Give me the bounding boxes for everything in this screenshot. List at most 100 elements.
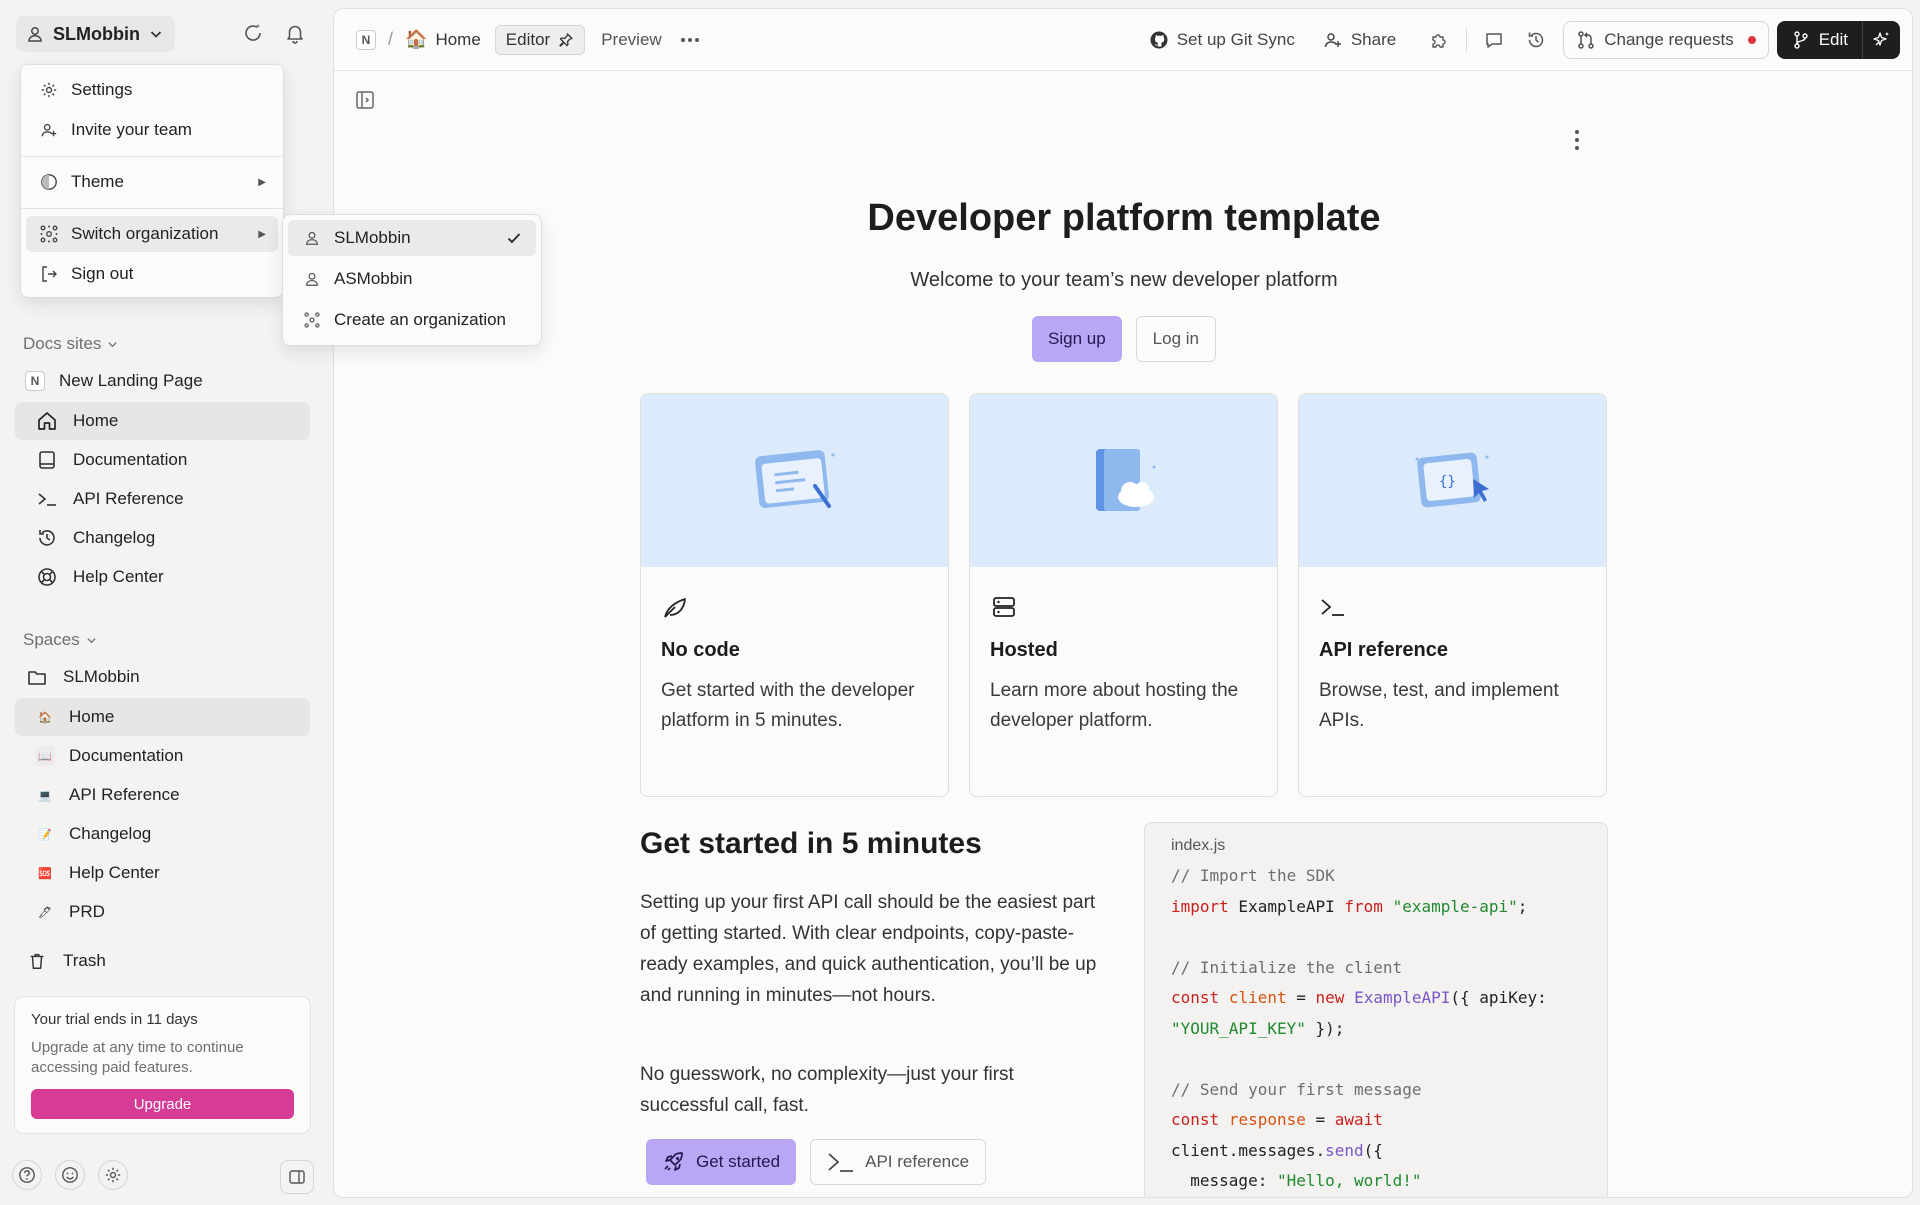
card-title: No code [661,639,740,661]
breadcrumb-home[interactable]: 🏠 Home [405,29,481,50]
collapse-sidebar-icon[interactable] [280,1160,314,1194]
site-item-changelog[interactable]: Changelog [15,519,310,557]
check-icon [504,228,524,248]
ai-sparkle-icon[interactable] [1862,20,1900,59]
api-reference-label: API reference [865,1152,970,1171]
space-item-label: Documentation [69,746,184,765]
code-content: // Import the SDK import ExampleAPI from … [1171,861,1581,1197]
menu-item-sign-out[interactable]: Sign out [26,256,278,292]
user-icon [302,269,322,289]
bell-icon[interactable] [280,18,310,48]
log-in-button[interactable]: Log in [1135,316,1216,362]
card-api-reference[interactable]: {} API reference Browse, test, and imple… [1298,393,1607,797]
org-option-slmobbin[interactable]: SLMobbin [288,220,536,256]
site-logo-icon[interactable]: N [356,29,376,50]
site-item-home[interactable]: Home [15,402,310,440]
space-item-label: Home [69,707,115,726]
puzzle-icon[interactable] [1424,25,1454,55]
card-text: Learn more about hosting the developer p… [990,680,1239,731]
spaces-label[interactable]: Spaces [23,630,97,650]
card-illustration [641,394,948,567]
topbar: N / 🏠 Home Editor Preview Set up Git Syn… [334,9,1912,71]
org-name: SLMobbin [53,23,140,44]
menu-item-settings[interactable]: Settings [26,72,278,108]
edit-button[interactable]: Edit [1777,21,1862,59]
folder-icon [25,665,49,689]
caret-right-icon: ▶ [258,176,266,188]
docs-sites-label-text: Docs sites [23,334,102,353]
trash-item[interactable]: Trash [15,942,310,980]
share-button[interactable]: Share [1323,30,1396,50]
site-item-label: API Reference [73,489,184,508]
spaces-label-text: Spaces [23,630,80,649]
space-item-changelog[interactable]: 📝 Changelog [15,815,310,853]
git-branch-icon [1791,30,1811,50]
refresh-sparkle-icon[interactable] [238,18,268,48]
code-line: // Send your first message [1171,1079,1422,1099]
upgrade-button[interactable]: Upgrade [31,1089,294,1119]
create-organization-item[interactable]: Create an organization [288,302,536,338]
smiley-icon[interactable] [55,1160,85,1190]
site-item-documentation[interactable]: Documentation [15,441,310,479]
site-item-api-reference[interactable]: API Reference [15,480,310,518]
org-switcher-button[interactable]: SLMobbin [16,16,175,52]
card-no-code[interactable]: No code Get started with the developer p… [640,393,949,797]
editor-window-illustration-icon [754,449,834,508]
menu-item-switch-organization[interactable]: Switch organization ▶ [26,216,278,252]
trash-icon [25,949,49,973]
menu-item-label: Settings [71,80,133,99]
history-icon[interactable] [1521,25,1551,55]
space-item-api-reference[interactable]: 💻 API Reference [15,776,310,814]
edit-button-group: Edit [1776,20,1900,59]
menu-item-label: Theme [71,172,124,191]
space-item-home[interactable]: 🏠 Home [15,698,310,736]
docs-sites-label[interactable]: Docs sites [23,334,118,354]
code-line: "YOUR_API_KEY" }); [1171,1018,1345,1038]
tab-preview[interactable]: Preview [601,30,661,50]
section-paragraph: Setting up your first API call should be… [640,892,1097,1006]
toggle-outline-icon[interactable] [354,89,376,111]
site-item-label: Changelog [73,528,156,547]
org-option-label: Create an organization [334,310,507,329]
org-option-asmobbin[interactable]: ASMobbin [288,261,536,297]
change-requests-button[interactable]: Change requests [1563,20,1769,59]
more-vertical-icon[interactable] [1574,129,1580,151]
get-started-button[interactable]: Get started [646,1139,797,1185]
code-line: // Import the SDK [1171,866,1335,885]
comment-icon[interactable] [1479,25,1509,55]
book-icon [35,448,59,472]
sign-up-button[interactable]: Sign up [1032,316,1122,362]
more-horizontal-icon[interactable] [680,37,700,43]
menu-item-invite[interactable]: Invite your team [26,112,278,148]
sign-out-icon [39,264,59,284]
git-sync-button[interactable]: Set up Git Sync [1149,30,1295,50]
org-option-label: ASMobbin [334,269,413,288]
space-item-prd[interactable]: 🖊 PRD [15,893,310,931]
pin-icon [558,32,574,48]
gear-icon[interactable] [98,1160,128,1190]
memo-emoji-icon: 📝 [38,828,52,841]
help-icon[interactable] [12,1160,42,1190]
git-pull-request-icon [1576,30,1596,50]
org-cluster-icon [302,310,322,330]
breadcrumb: N / 🏠 Home [356,29,481,50]
site-new-landing-page[interactable]: N New Landing Page [15,362,310,400]
tab-editor[interactable]: Editor [494,24,586,55]
card-hosted[interactable]: Hosted Learn more about hosting the deve… [969,393,1278,797]
site-logo-icon: N [25,371,45,391]
site-item-help-center[interactable]: Help Center [15,558,310,596]
pen-emoji-icon: 🖊 [38,906,52,919]
menu-item-theme[interactable]: Theme ▶ [26,164,278,200]
site-item-label: Documentation [73,450,188,469]
terminal-icon [35,487,59,511]
section-paragraph: No guesswork, no complexity—just your fi… [640,1064,1014,1116]
card-illustration [970,394,1277,567]
menu-item-label: Sign out [71,264,134,283]
space-item-documentation[interactable]: 📖 Documentation [15,737,310,775]
space-item-help-center[interactable]: 🆘 Help Center [15,854,310,892]
code-line: message: "Hello, world!" [1171,1171,1422,1190]
api-reference-button[interactable]: API reference [810,1139,987,1185]
space-slmobbin[interactable]: SLMobbin [15,658,310,696]
